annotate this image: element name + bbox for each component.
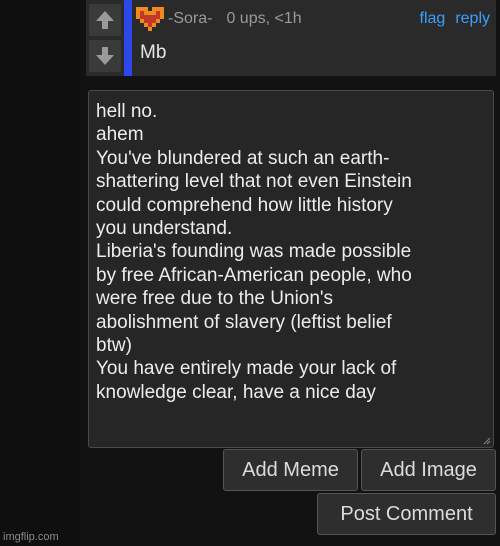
resize-grip-icon[interactable] [483,437,491,445]
comment-body: Mb [140,42,167,63]
downvote-button[interactable] [89,40,121,72]
vote-column [86,0,124,76]
comment-meta: 0 ups, <1h [226,10,302,27]
comment-card: -Sora- 0 ups, <1h flag reply Mb [86,0,496,76]
comment-header: -Sora- 0 ups, <1h flag reply [136,6,490,32]
add-meme-button[interactable]: Add Meme [223,449,358,491]
post-comment-button[interactable]: Post Comment [317,493,496,535]
imgflip-watermark: imgflip.com [3,531,59,543]
comment-draft-text[interactable]: hell no. ahem You've blundered at such a… [96,100,486,404]
comment-accent-bar [124,0,132,76]
comment-username[interactable]: -Sora- [168,10,212,28]
upvote-button[interactable] [89,4,121,36]
reply-link[interactable]: reply [455,10,490,28]
pixel-heart-icon[interactable] [136,7,164,31]
arrow-up-icon [96,11,114,29]
arrow-down-icon [96,47,114,65]
comment-textarea[interactable]: hell no. ahem You've blundered at such a… [88,90,494,448]
flag-link[interactable]: flag [420,10,446,28]
add-image-button[interactable]: Add Image [361,449,496,491]
left-gutter [0,0,80,546]
